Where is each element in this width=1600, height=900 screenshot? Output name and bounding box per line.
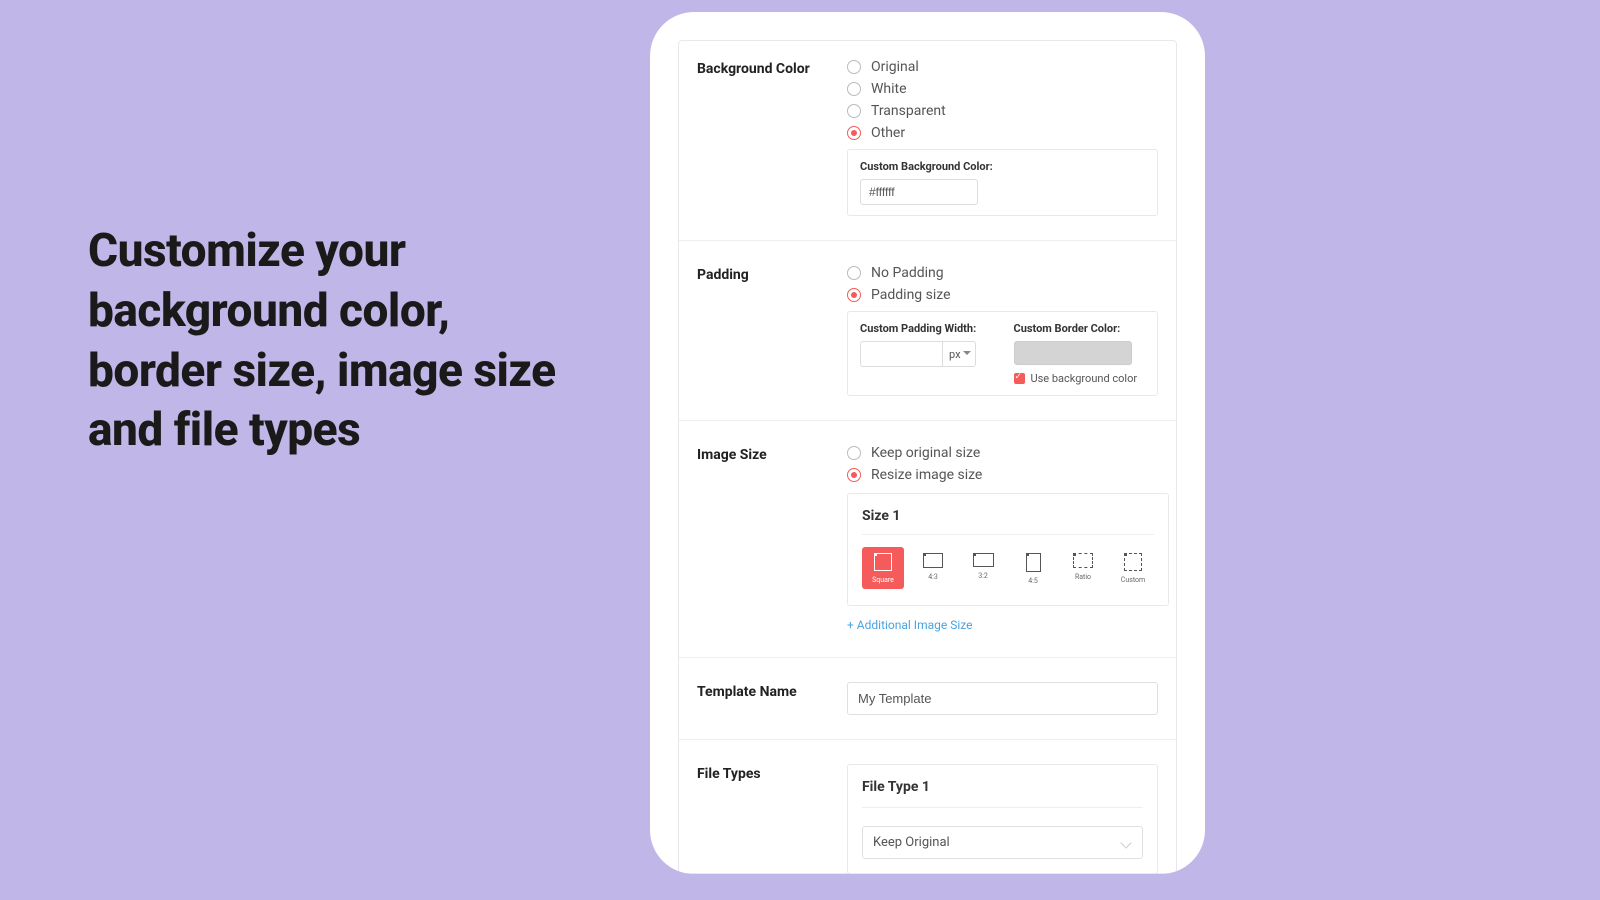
bg-radio-transparent[interactable]: Transparent bbox=[847, 103, 1158, 119]
bg-radio-white[interactable]: White bbox=[847, 81, 1158, 97]
bg-custom-panel: Custom Background Color: bbox=[847, 149, 1158, 216]
bg-opt-label: Other bbox=[871, 125, 905, 141]
size-opt-label: 4:5 bbox=[1028, 577, 1038, 585]
section-padding: Padding No Padding Padding size Custom P… bbox=[679, 265, 1176, 421]
bg-label: Background Color bbox=[697, 59, 847, 216]
size-opt-label: 3:2 bbox=[978, 572, 988, 580]
size-opt-label: 4:3 bbox=[928, 573, 938, 581]
bg-custom-label: Custom Background Color: bbox=[860, 160, 1145, 173]
imgsize-label: Image Size bbox=[697, 445, 847, 633]
radio-icon bbox=[847, 446, 861, 460]
size-panel: Size 1 Square 4:3 3:2 bbox=[847, 493, 1169, 606]
square-icon bbox=[874, 553, 892, 571]
section-image-size: Image Size Keep original size Resize ima… bbox=[679, 445, 1176, 658]
bg-radio-other[interactable]: Other bbox=[847, 125, 1158, 141]
size-opt-square[interactable]: Square bbox=[862, 547, 904, 589]
radio-icon bbox=[847, 126, 861, 140]
radio-icon bbox=[847, 468, 861, 482]
radio-icon bbox=[847, 60, 861, 74]
settings-card: Background Color Original White Transpar… bbox=[650, 12, 1205, 874]
add-image-size-link[interactable]: + Additional Image Size bbox=[847, 618, 972, 632]
padding-width-input[interactable] bbox=[860, 341, 942, 367]
bg-radio-original[interactable]: Original bbox=[847, 59, 1158, 75]
ratio-icon bbox=[1026, 553, 1041, 572]
radio-icon bbox=[847, 104, 861, 118]
filetype-select[interactable]: Keep Original bbox=[862, 826, 1143, 859]
template-name-input[interactable] bbox=[847, 682, 1158, 715]
section-file-types: File Types File Type 1 Keep Original bbox=[679, 764, 1176, 874]
size-opt-ratio[interactable]: Ratio bbox=[1062, 547, 1104, 589]
bg-opt-label: Original bbox=[871, 59, 919, 75]
border-color-swatch[interactable] bbox=[1014, 341, 1132, 365]
ratio-icon bbox=[973, 553, 994, 567]
size-opt-3-2[interactable]: 3:2 bbox=[962, 547, 1004, 589]
border-color-label: Custom Border Color: bbox=[1014, 322, 1146, 335]
size-panel-title: Size 1 bbox=[862, 508, 1154, 535]
radio-icon bbox=[847, 288, 861, 302]
template-controls bbox=[847, 682, 1158, 715]
size-grid: Square 4:3 3:2 4:5 bbox=[862, 547, 1154, 589]
imgsize-radio-resize[interactable]: Resize image size bbox=[847, 467, 1169, 483]
use-bg-checkbox-row[interactable]: Use background color bbox=[1014, 372, 1146, 385]
imgsize-radio-original[interactable]: Keep original size bbox=[847, 445, 1169, 461]
padding-radio-size[interactable]: Padding size bbox=[847, 287, 1158, 303]
bg-opt-label: White bbox=[871, 81, 907, 97]
section-template-name: Template Name bbox=[679, 682, 1176, 740]
ratio-icon bbox=[1073, 553, 1093, 568]
size-opt-custom[interactable]: Custom bbox=[1112, 547, 1154, 589]
padding-controls: No Padding Padding size Custom Padding W… bbox=[847, 265, 1158, 396]
custom-icon bbox=[1124, 553, 1142, 571]
imgsize-opt-label: Resize image size bbox=[871, 467, 982, 483]
radio-icon bbox=[847, 266, 861, 280]
padding-label: Padding bbox=[697, 265, 847, 396]
filetype-panel-title: File Type 1 bbox=[862, 779, 1143, 808]
size-opt-label: Ratio bbox=[1075, 573, 1091, 581]
padding-opt-label: No Padding bbox=[871, 265, 944, 281]
bg-opt-label: Transparent bbox=[871, 103, 946, 119]
padding-radio-none[interactable]: No Padding bbox=[847, 265, 1158, 281]
template-label: Template Name bbox=[697, 682, 847, 715]
filetypes-label: File Types bbox=[697, 764, 847, 874]
bg-custom-input[interactable] bbox=[860, 179, 978, 205]
bg-controls: Original White Transparent Other Custom … bbox=[847, 59, 1158, 216]
radio-icon bbox=[847, 82, 861, 96]
hero-headline: Customize your background color, border … bbox=[88, 222, 568, 461]
filetype-panel: File Type 1 Keep Original bbox=[847, 764, 1158, 874]
checkbox-icon bbox=[1014, 373, 1025, 384]
padding-unit-select[interactable]: px bbox=[942, 341, 976, 367]
settings-inner: Background Color Original White Transpar… bbox=[678, 40, 1177, 874]
size-opt-label: Custom bbox=[1121, 576, 1145, 584]
section-background-color: Background Color Original White Transpar… bbox=[679, 59, 1176, 241]
padding-width-label: Custom Padding Width: bbox=[860, 322, 992, 335]
size-opt-4-3[interactable]: 4:3 bbox=[912, 547, 954, 589]
imgsize-controls: Keep original size Resize image size Siz… bbox=[847, 445, 1169, 633]
filetypes-controls: File Type 1 Keep Original bbox=[847, 764, 1158, 874]
imgsize-opt-label: Keep original size bbox=[871, 445, 980, 461]
padding-panel: Custom Padding Width: px Custom Border C… bbox=[847, 311, 1158, 396]
padding-opt-label: Padding size bbox=[871, 287, 951, 303]
size-opt-4-5[interactable]: 4:5 bbox=[1012, 547, 1054, 589]
use-bg-label: Use background color bbox=[1031, 372, 1138, 385]
size-opt-label: Square bbox=[872, 576, 894, 584]
ratio-icon bbox=[923, 553, 943, 568]
